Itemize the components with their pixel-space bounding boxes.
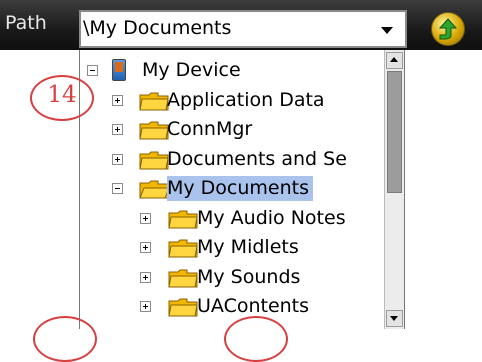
callout-marker — [224, 316, 288, 362]
path-label: Path — [5, 12, 47, 34]
folder-tree: My Device Application Data ConnMgr Docum… — [79, 50, 405, 329]
tree-item-my-midlets[interactable]: My Midlets — [80, 233, 382, 262]
device-icon — [112, 59, 126, 81]
callout-marker — [33, 316, 97, 362]
tree-item-label: My Device — [142, 59, 241, 81]
arrow-down-icon — [390, 316, 398, 321]
tree-item-connmgr[interactable]: ConnMgr — [80, 115, 382, 144]
folder-up-icon — [438, 18, 458, 40]
folder-open-icon — [139, 180, 169, 199]
tree-item-my-sounds[interactable]: My Sounds — [80, 263, 382, 292]
scroll-down-button[interactable] — [386, 310, 403, 327]
folder-icon — [139, 121, 169, 140]
tree-item-label: My Audio Notes — [197, 207, 346, 229]
tree-item-label: My Sounds — [197, 266, 301, 288]
expand-icon[interactable] — [140, 301, 151, 312]
folder-icon — [168, 269, 198, 288]
tree-item-application-data[interactable]: Application Data — [80, 86, 382, 115]
folder-icon — [168, 210, 198, 229]
tree-item-my-documents[interactable]: My Documents — [80, 174, 382, 203]
vertical-scrollbar[interactable] — [384, 50, 404, 329]
tree-item-label: Documents and Se — [167, 148, 347, 170]
scroll-up-button[interactable] — [386, 52, 403, 69]
tree-item-label: My Midlets — [197, 236, 299, 258]
folder-icon — [139, 92, 169, 111]
chevron-down-icon[interactable] — [381, 27, 393, 34]
expand-icon[interactable] — [140, 213, 151, 224]
tree-item-label: Application Data — [167, 89, 325, 111]
expand-icon[interactable] — [112, 95, 123, 106]
path-dropdown[interactable]: \My Documents — [79, 10, 407, 48]
callout-number: 14 — [47, 82, 77, 108]
scroll-thumb[interactable] — [387, 71, 402, 193]
expand-icon[interactable] — [140, 272, 151, 283]
tree-item-uacontents[interactable]: UAContents — [80, 292, 382, 321]
folder-up-button[interactable] — [431, 12, 465, 46]
expand-icon[interactable] — [112, 154, 123, 165]
expand-icon[interactable] — [112, 124, 123, 135]
folder-icon — [139, 151, 169, 170]
callout-marker: 14 — [30, 75, 94, 121]
tree-item-label: My Documents — [167, 176, 314, 201]
tree-item-documents-and-settings[interactable]: Documents and Se — [80, 145, 382, 174]
collapse-icon[interactable] — [87, 65, 98, 76]
arrow-up-icon — [390, 57, 398, 62]
collapse-icon[interactable] — [112, 183, 123, 194]
tree-item-my-device[interactable]: My Device — [80, 56, 382, 85]
tree-item-label: ConnMgr — [167, 118, 253, 140]
folder-icon — [168, 298, 198, 317]
tree-item-my-audio-notes[interactable]: My Audio Notes — [80, 204, 382, 233]
folder-icon — [168, 239, 198, 258]
path-value: \My Documents — [83, 17, 232, 39]
expand-icon[interactable] — [140, 242, 151, 253]
toolbar: Path \My Documents — [0, 0, 482, 50]
